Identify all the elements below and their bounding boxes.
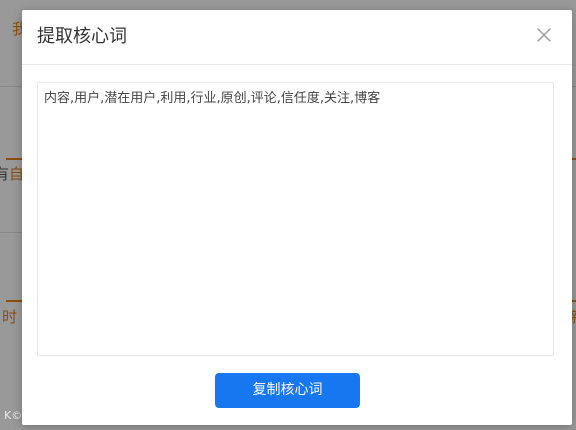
copy-keywords-button[interactable]: 复制核心词 (215, 373, 360, 408)
dialog-header: 提取核心词 (22, 10, 572, 65)
extract-keywords-dialog: 提取核心词 内容,用户,潜在用户,利用,行业,原创,评论,信任度,关注,博客 复… (22, 10, 572, 425)
dialog-title: 提取核心词 (37, 26, 127, 47)
close-icon[interactable] (536, 27, 552, 43)
keywords-textarea[interactable]: 内容,用户,潜在用户,利用,行业,原创,评论,信任度,关注,博客 (37, 82, 554, 356)
